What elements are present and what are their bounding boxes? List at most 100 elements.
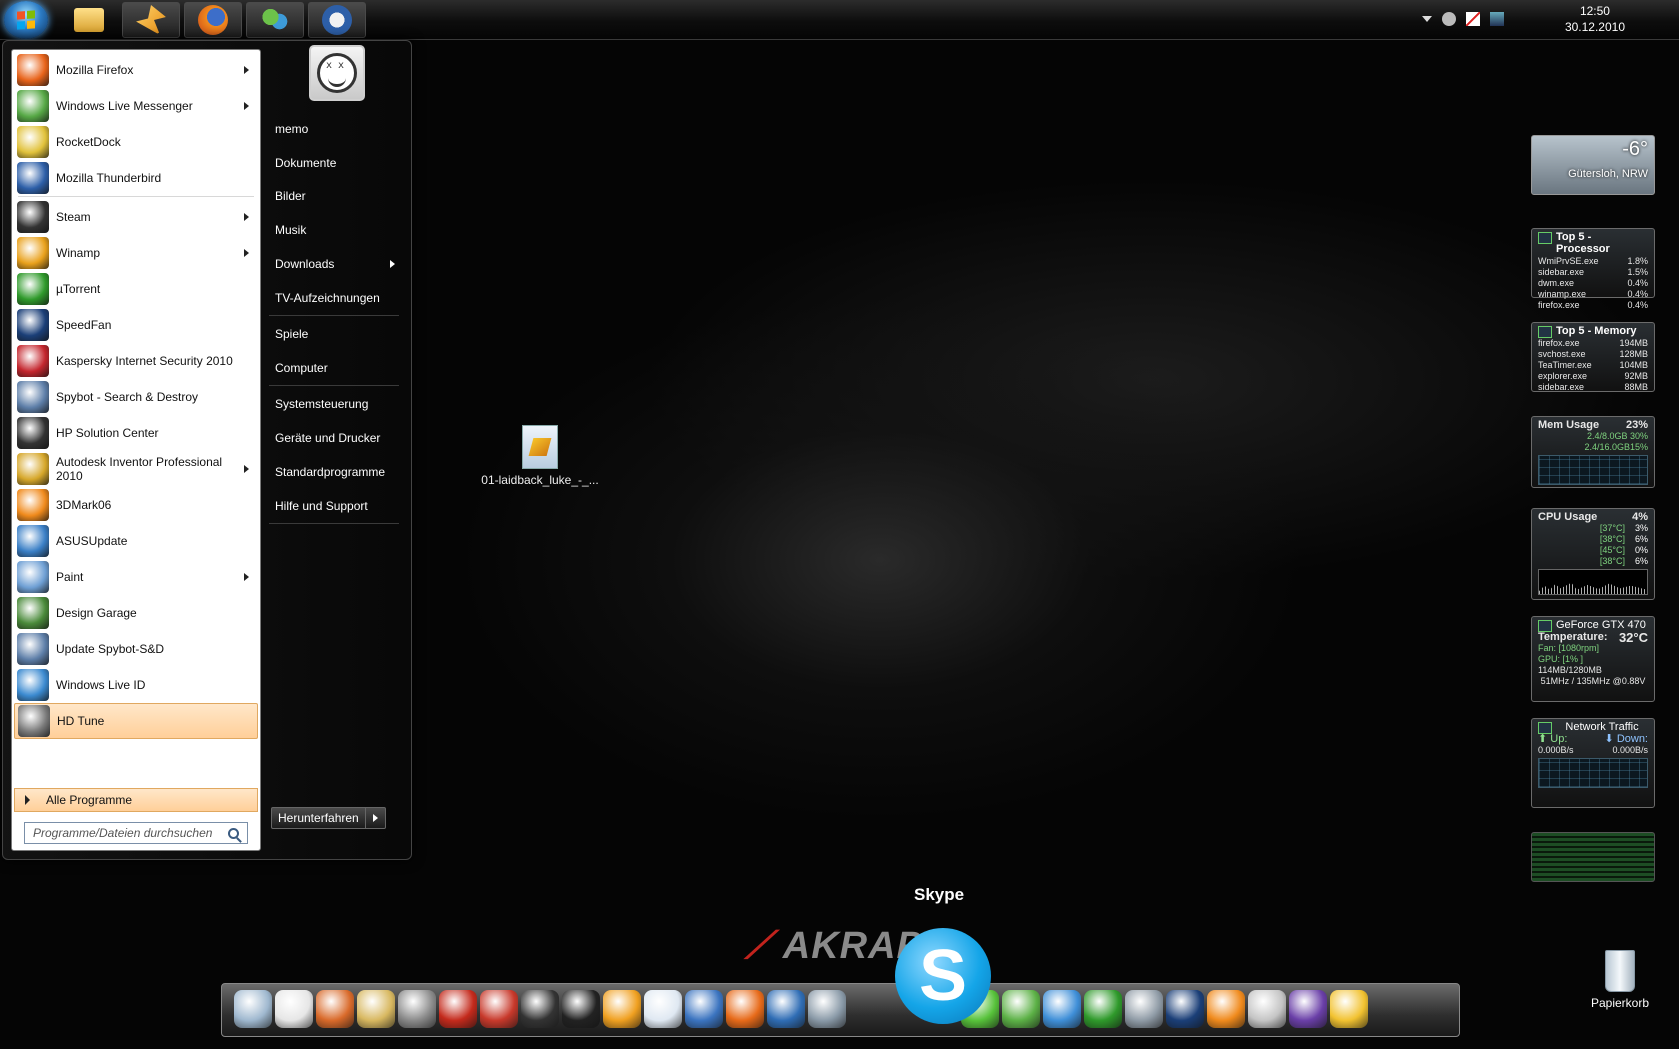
palette-icon[interactable] [357,990,395,1028]
recycle-bin-icon [1605,950,1635,992]
utorrent-icon[interactable] [1084,990,1122,1028]
tray-expand-icon[interactable] [1422,16,1432,22]
desktop-file-label: 01-laidback_luke_-_... [481,473,599,487]
program-item[interactable]: Autodesk Inventor Professional 2010 [14,451,258,487]
start-place-item[interactable]: Bilder [265,183,403,209]
gpu-temp-label: Temperature: [1538,631,1608,643]
start-place-item[interactable]: Musik [265,217,403,243]
weather-gadget[interactable]: -6° Gütersloh, NRW [1531,135,1655,195]
taskbar-thunderbird-button[interactable] [308,2,366,38]
network-up-value: 0.000B/s [1538,745,1574,755]
program-item[interactable]: Steam [14,199,258,235]
speedfan-icon[interactable] [1166,990,1204,1028]
all-programs-button[interactable]: Alle Programme [14,788,258,812]
gpu-gadget[interactable]: GeForce GTX 470 Temperature: 32°C Fan: [… [1531,616,1655,702]
steam-tray-icon[interactable] [1442,12,1456,26]
start-place-item[interactable]: Spiele [265,321,403,347]
program-item[interactable]: ASUSUpdate [14,523,258,559]
shutdown-button[interactable]: Herunterfahren [271,807,366,829]
speaker-icon[interactable] [1125,990,1163,1028]
messenger-icon[interactable] [1002,990,1040,1028]
equalizer-gadget[interactable] [1531,832,1655,882]
program-item[interactable]: µTorrent [14,271,258,307]
program-item[interactable]: Kaspersky Internet Security 2010 [14,343,258,379]
program-item[interactable]: HP Solution Center [14,415,258,451]
cube-icon[interactable] [1248,990,1286,1028]
start-place-item[interactable]: Dokumente [265,150,403,176]
gadget-row: svchost.exe 128MB [1532,349,1654,360]
start-place-label: Bilder [275,189,306,203]
document-icon[interactable] [644,990,682,1028]
recycle-bin[interactable]: Papierkorb [1590,950,1650,1010]
program-label: HD Tune [57,714,105,728]
thunderbird-icon [17,162,49,194]
program-item[interactable]: Paint [14,559,258,595]
program-item[interactable]: Windows Live Messenger [14,88,258,124]
honeycomb-icon[interactable] [1330,990,1368,1028]
taskbar-firefox-button[interactable] [184,2,242,38]
vlc-icon[interactable] [808,990,846,1028]
start-place-item[interactable]: Computer [265,355,403,381]
program-item[interactable]: Mozilla Firefox [14,52,258,88]
network-tray-icon[interactable] [1490,12,1504,26]
taskbar-clock[interactable]: 12:50 30.12.2010 [1565,3,1625,35]
lightning-icon[interactable] [1043,990,1081,1028]
program-item[interactable]: RocketDock [14,124,258,160]
program-item[interactable]: Spybot - Search & Destroy [14,379,258,415]
gadget-row: TeaTimer.exe 104MB [1532,360,1654,371]
need-for-speed-icon[interactable] [521,990,559,1028]
skype-icon[interactable]: S [895,928,991,1024]
google-earth-icon[interactable] [767,990,805,1028]
alarm-clock-icon[interactable] [480,990,518,1028]
desktop-file[interactable]: 01-laidback_luke_-_... [480,425,600,487]
thunderbird-icon[interactable] [685,990,723,1028]
start-place-label: memo [275,122,309,136]
action-center-icon[interactable] [1466,12,1480,26]
shutdown-options-arrow-icon[interactable] [365,807,386,829]
start-place-item[interactable]: memo [265,116,403,142]
start-place-item[interactable]: Hilfe und Support [265,493,403,519]
program-item[interactable]: Mozilla Thunderbird [14,160,258,196]
start-place-item[interactable]: TV-Aufzeichnungen [265,285,403,311]
cpu-usage-header: CPU Usage 4% [1532,509,1654,523]
program-item[interactable]: 3DMark06 [14,487,258,523]
program-item[interactable]: HD Tune [14,703,258,739]
top-processor-gadget[interactable]: Top 5 - Processor WmiPrvSE.exe 1.8% sideba… [1531,228,1655,310]
textedit-icon[interactable] [275,990,313,1028]
gadget-row-name: TeaTimer.exe [1538,360,1592,370]
messenger-icon [260,5,290,35]
taskbar-explorer-button[interactable] [60,2,118,38]
program-item[interactable]: Winamp [14,235,258,271]
start-place-item[interactable]: Geräte und Drucker [265,425,403,451]
program-label: Autodesk Inventor Professional 2010 [56,455,223,483]
search-icon[interactable] [228,827,239,839]
program-item[interactable]: Windows Live ID [14,667,258,703]
network-gadget[interactable]: Network Traffic ⬆ Up: ⬇ Down: 0.000B/s 0… [1531,718,1655,808]
colosseum-icon[interactable] [316,990,354,1028]
taskbar-winamp-button[interactable] [122,2,180,38]
steam-icon[interactable] [562,990,600,1028]
program-item[interactable]: Update Spybot-S&D [14,631,258,667]
firefox-icon[interactable] [726,990,764,1028]
start-place-item[interactable]: Standardprogramme [265,459,403,485]
red-app-icon[interactable] [439,990,477,1028]
program-item[interactable]: Design Garage [14,595,258,631]
start-orb[interactable] [4,1,48,39]
asus-icon [17,525,49,557]
clock-date: 30.12.2010 [1564,20,1625,34]
user-avatar[interactable] [309,45,365,101]
top-memory-gadget[interactable]: Top 5 - Memory firefox.exe 194MB svchost.e… [1531,322,1655,392]
3dmark-icon[interactable] [1207,990,1245,1028]
mem-usage-gadget[interactable]: Mem Usage 23% 2.4/8.0GB 30% 2.4/16.0GB15… [1531,416,1655,488]
program-item[interactable]: SpeedFan [14,307,258,343]
cpu-core-temp: [38°C] [1599,556,1625,566]
start-place-item[interactable]: Systemsteuerung [265,391,403,417]
start-search-input[interactable]: Programme/Dateien durchsuchen [24,822,248,844]
notes-icon[interactable] [234,990,272,1028]
cpu-z-icon[interactable] [1289,990,1327,1028]
moto-cape-icon[interactable] [398,990,436,1028]
start-place-item[interactable]: Downloads [265,251,403,277]
taskbar-messenger-button[interactable] [246,2,304,38]
winamp-icon[interactable] [603,990,641,1028]
cpu-usage-gadget[interactable]: CPU Usage 4% [37°C] 3% [38°C] 6% [45°C] 0% [38… [1531,508,1655,600]
